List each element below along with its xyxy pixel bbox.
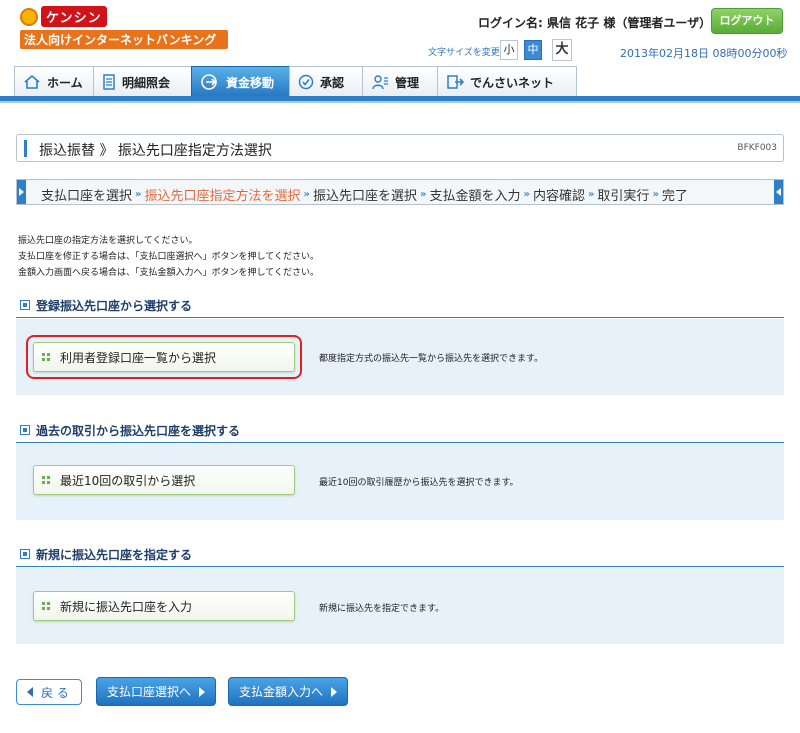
font-size-small-button[interactable]: 小	[500, 40, 518, 60]
step-item: 内容確認	[532, 189, 585, 204]
select-recent-transactions-description: 最近10回の取引履歴から振込先を選択できます。	[319, 478, 519, 488]
step-item: 支払金額を入力	[429, 189, 521, 204]
tab-home[interactable]: ホーム	[14, 66, 94, 97]
section-heading-label: 過去の取引から振込先口座を選択する	[36, 424, 241, 438]
step-separator: »	[135, 189, 142, 200]
section-registered-accounts: 利用者登録口座一覧から選択 都度指定方式の振込先一覧から振込先を選択できます。	[16, 319, 784, 395]
instruction-line: 支払口座を修正する場合は、「支払口座選択へ」ボタンを押してください。	[18, 252, 319, 262]
instruction-line: 金額入力画面へ戻る場合は、「支払金額入力へ」ボタンを押してください。	[18, 268, 319, 278]
page-title: 振込振替 》 振込先口座指定方法選択	[39, 143, 272, 159]
font-size-medium-button[interactable]: 中	[524, 40, 542, 60]
bank-logo[interactable]: ケンシン 法人向けインターネットバンキング	[20, 6, 228, 49]
tab-approval[interactable]: 承認	[289, 66, 363, 97]
step-indicator: 支払口座を選択 » 振込先口座指定方法を選択 » 振込先口座を選択 » 支払金額…	[16, 179, 784, 205]
tab-approval-label: 承認	[320, 75, 345, 90]
title-accent-bar	[24, 140, 27, 157]
tab-statements[interactable]: 明細照会	[93, 66, 192, 97]
step-item: 振込先口座を選択	[312, 189, 417, 204]
tab-fund-transfer-label: 資金移動	[226, 75, 275, 90]
header: ケンシン 法人向けインターネットバンキング ログイン名: 県信 花子 様（管理者…	[0, 0, 800, 108]
document-icon	[103, 74, 115, 90]
step-separator: »	[523, 189, 530, 200]
button-dots-icon	[42, 353, 50, 361]
step-item: 支払口座を選択	[41, 189, 133, 204]
step-separator: »	[303, 189, 310, 200]
section-heading-label: 登録振込先口座から選択する	[36, 299, 193, 313]
step-item: 取引実行	[597, 189, 650, 204]
enter-new-account-description: 新規に振込先を指定できます。	[319, 604, 445, 614]
logout-button[interactable]: ログアウト	[711, 8, 783, 34]
step-separator: »	[652, 189, 659, 200]
section-past-transactions-heading: 過去の取引から振込先口座を選択する	[16, 419, 784, 443]
select-registered-account-label: 利用者登録口座一覧から選択	[60, 350, 217, 365]
button-dots-icon	[42, 476, 50, 484]
enter-new-account-button[interactable]: 新規に振込先口座を入力	[33, 591, 295, 621]
instructions: 振込先口座の指定方法を選択してください。 支払口座を修正する場合は、「支払口座選…	[18, 233, 319, 281]
tab-admin[interactable]: 管理	[362, 66, 438, 97]
nav-underline-light	[0, 101, 800, 103]
tab-densai-net-label: でんさいネット	[470, 75, 555, 90]
enter-new-account-label: 新規に振込先口座を入力	[60, 599, 193, 614]
to-payment-amount-button[interactable]: 支払金額入力へ	[228, 677, 348, 706]
right-arrow-icon	[199, 686, 205, 697]
step-right-arrow-icon	[774, 180, 783, 204]
button-dots-icon	[42, 602, 50, 610]
user-icon	[372, 75, 388, 90]
login-name: ログイン名: 県信 花子 様（管理者ユーザ）	[478, 16, 712, 30]
select-registered-account-description: 都度指定方式の振込先一覧から振込先を選択できます。	[319, 354, 544, 364]
main-nav: ホーム 明細照会 資金移動 承認 管理 でんさいネット	[14, 66, 577, 97]
right-arrow-icon	[331, 686, 337, 697]
left-arrow-icon	[27, 687, 33, 697]
select-recent-transactions-button[interactable]: 最近10回の取引から選択	[33, 465, 295, 495]
step-item-current: 振込先口座指定方法を選択	[144, 189, 301, 204]
tab-statements-label: 明細照会	[122, 75, 171, 90]
select-registered-account-button[interactable]: 利用者登録口座一覧から選択	[33, 342, 295, 372]
font-size-label: 文字サイズを変更	[428, 48, 500, 58]
section-heading-label: 新規に振込先口座を指定する	[36, 548, 193, 562]
section-new-account: 新規に振込先口座を入力 新規に振込先を指定できます。	[16, 568, 784, 644]
logo-brand-name: ケンシン	[41, 6, 107, 27]
step-separator: »	[587, 189, 595, 200]
home-icon	[24, 74, 40, 89]
section-past-transactions: 最近10回の取引から選択 最近10回の取引履歴から振込先を選択できます。	[16, 444, 784, 520]
step-separator: »	[419, 189, 427, 200]
to-payment-account-button[interactable]: 支払口座選択へ	[96, 677, 216, 706]
current-datetime: 2013年02月18日 08時00分00秒	[620, 47, 788, 60]
back-button-label: 戻 る	[41, 685, 69, 700]
section-registered-accounts-heading: 登録振込先口座から選択する	[16, 294, 784, 318]
back-button[interactable]: 戻 る	[16, 679, 82, 705]
font-size-large-button[interactable]: 大	[552, 39, 572, 61]
step-list: 支払口座を選択 » 振込先口座指定方法を選択 » 振込先口座を選択 » 支払金額…	[41, 185, 688, 204]
select-recent-transactions-label: 最近10回の取引から選択	[60, 473, 196, 488]
tab-fund-transfer[interactable]: 資金移動	[191, 66, 290, 97]
section-bullet-icon	[20, 549, 30, 559]
to-payment-account-label: 支払口座選択へ	[106, 685, 191, 699]
section-new-account-heading: 新規に振込先口座を指定する	[16, 543, 784, 567]
to-payment-amount-label: 支払金額入力へ	[238, 685, 323, 699]
densai-icon	[447, 75, 464, 89]
logo-subtitle: 法人向けインターネットバンキング	[20, 30, 228, 49]
tab-admin-label: 管理	[395, 75, 420, 90]
step-item: 完了	[661, 189, 688, 204]
screen-id: BFKF003	[737, 143, 777, 153]
check-icon	[298, 74, 314, 90]
step-left-arrow-icon	[17, 180, 26, 204]
logo-mark-icon	[20, 7, 38, 26]
section-bullet-icon	[20, 300, 30, 310]
instruction-line: 振込先口座の指定方法を選択してください。	[18, 236, 198, 246]
transfer-icon	[201, 74, 217, 90]
tab-home-label: ホーム	[47, 75, 83, 90]
tab-densai-net[interactable]: でんさいネット	[437, 66, 577, 97]
section-bullet-icon	[20, 425, 30, 435]
page-title-box: 振込振替 》 振込先口座指定方法選択 BFKF003	[16, 134, 784, 162]
